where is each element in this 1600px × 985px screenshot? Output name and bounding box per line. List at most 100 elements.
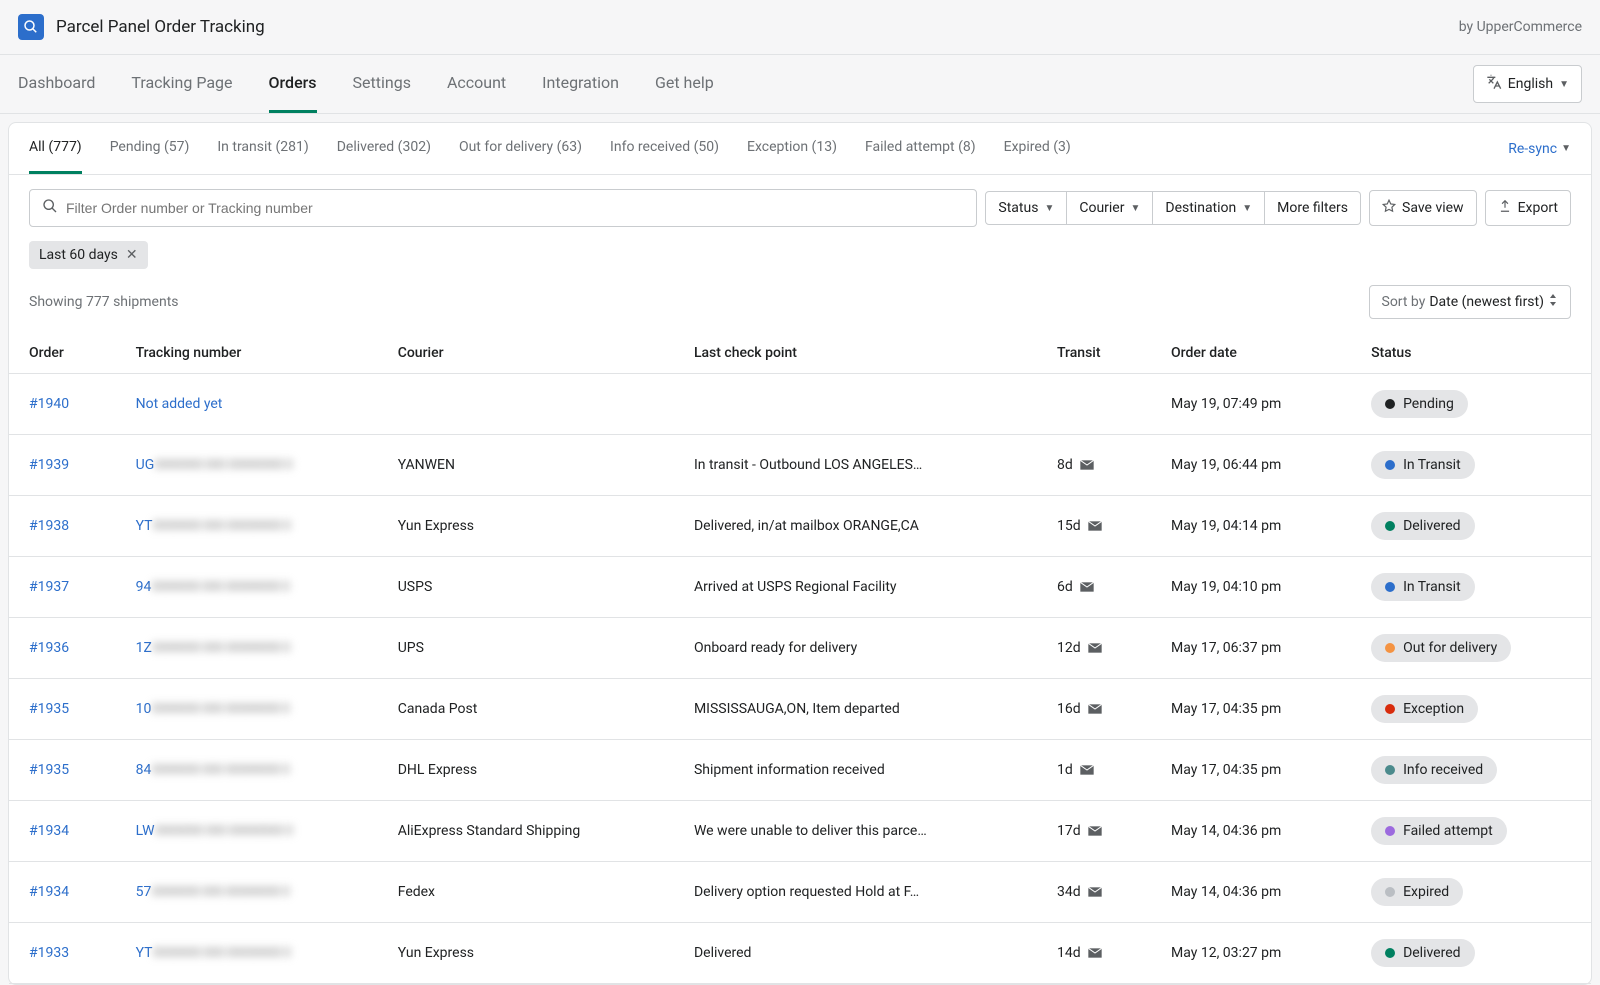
language-selector[interactable]: English ▼: [1473, 65, 1582, 103]
tracking-link[interactable]: 1Z0000000 000 00000000 0: [136, 640, 290, 656]
order-link[interactable]: #1934: [29, 823, 69, 839]
transit-days: 1d: [1057, 762, 1073, 778]
status-badge: Exception: [1371, 695, 1478, 723]
nav-tabs: Dashboard Tracking Page Orders Settings Acco…: [18, 55, 714, 113]
status-tab[interactable]: Out for delivery (63): [459, 123, 582, 174]
date-cell: May 14, 04:36 pm: [1151, 801, 1351, 862]
status-tab[interactable]: Delivered (302): [337, 123, 431, 174]
column-header: Tracking number: [116, 333, 378, 374]
filter-chip-date[interactable]: Last 60 days ✕: [29, 241, 148, 269]
nav-tab-account[interactable]: Account: [447, 55, 506, 113]
resync-button[interactable]: Re-sync ▼: [1508, 141, 1571, 157]
nav-tab-orders[interactable]: Orders: [269, 55, 317, 113]
date-cell: May 19, 04:14 pm: [1151, 496, 1351, 557]
order-link[interactable]: #1936: [29, 640, 69, 656]
date-cell: May 17, 04:35 pm: [1151, 740, 1351, 801]
order-link[interactable]: #1939: [29, 457, 69, 473]
status-badge: In Transit: [1371, 573, 1475, 601]
more-filters-button[interactable]: More filters: [1265, 191, 1361, 225]
status-tab[interactable]: Exception (13): [747, 123, 837, 174]
status-cell: In Transit: [1351, 435, 1591, 496]
status-dot-icon: [1385, 765, 1395, 775]
caret-down-icon: ▼: [1242, 203, 1252, 214]
active-filters: Last 60 days ✕: [9, 241, 1591, 281]
status-tab[interactable]: Expired (3): [1004, 123, 1071, 174]
order-cell: #1934: [9, 801, 116, 862]
tracking-link[interactable]: UG0000000 000 00000000 0: [136, 457, 293, 473]
table-row: #1935840000000 000 00000000 0DHL Express…: [9, 740, 1591, 801]
transit-days: 16d: [1057, 701, 1081, 717]
transit-cell: 1d: [1037, 740, 1151, 801]
status-dot-icon: [1385, 582, 1395, 592]
status-dot-icon: [1385, 643, 1395, 653]
checkpoint-cell: Delivered, in/at mailbox ORANGE,CA: [674, 496, 1037, 557]
tracking-cell: 940000000 000 00000000 0: [116, 557, 378, 618]
status-text: Out for delivery: [1403, 640, 1497, 656]
order-link[interactable]: #1934: [29, 884, 69, 900]
mail-icon: [1087, 642, 1103, 654]
order-link[interactable]: #1935: [29, 701, 69, 717]
order-link[interactable]: #1935: [29, 762, 69, 778]
courier-filter[interactable]: Courier▼: [1067, 191, 1153, 225]
order-cell: #1937: [9, 557, 116, 618]
nav-tab-get-help[interactable]: Get help: [655, 55, 714, 113]
destination-filter[interactable]: Destination▼: [1153, 191, 1265, 225]
nav-tab-tracking-page[interactable]: Tracking Page: [131, 55, 232, 113]
tracking-cell: YT0000000 000 00000000 0: [116, 496, 378, 557]
tracking-link[interactable]: 100000000 000 00000000 0: [136, 701, 290, 717]
status-cell: Delivered: [1351, 923, 1591, 984]
order-link[interactable]: #1938: [29, 518, 69, 534]
tracking-link[interactable]: 940000000 000 00000000 0: [136, 579, 290, 595]
order-link[interactable]: #1937: [29, 579, 69, 595]
caret-down-icon: ▼: [1130, 203, 1140, 214]
tracking-link[interactable]: Not added yet: [136, 396, 223, 412]
app-title: Parcel Panel Order Tracking: [56, 17, 265, 37]
status-text: Delivered: [1403, 945, 1460, 961]
sort-selector[interactable]: Sort by Date (newest first): [1369, 285, 1572, 319]
tracking-link[interactable]: LW0000000 000 00000000 0: [136, 823, 293, 839]
order-cell: #1934: [9, 862, 116, 923]
column-header: Last check point: [674, 333, 1037, 374]
mail-icon: [1087, 825, 1103, 837]
transit-cell: 6d: [1037, 557, 1151, 618]
save-view-button[interactable]: Save view: [1369, 190, 1477, 226]
tracking-cell: Not added yet: [116, 374, 378, 435]
results-count: Showing 777 shipments: [29, 294, 179, 310]
search-input[interactable]: [66, 200, 964, 216]
mail-icon: [1087, 703, 1103, 715]
search-icon: [42, 198, 58, 218]
header-right: by UpperCommerce: [1459, 19, 1582, 35]
transit-cell: 8d: [1037, 435, 1151, 496]
transit-days: 14d: [1057, 945, 1081, 961]
tracking-link[interactable]: YT0000000 000 00000000 0: [136, 518, 291, 534]
transit-cell: 14d: [1037, 923, 1151, 984]
mail-icon: [1087, 947, 1103, 959]
status-tab[interactable]: Info received (50): [610, 123, 719, 174]
checkpoint-cell: Arrived at USPS Regional Facility: [674, 557, 1037, 618]
checkpoint-cell: In transit - Outbound LOS ANGELES…: [674, 435, 1037, 496]
star-icon: [1382, 199, 1396, 217]
order-link[interactable]: #1933: [29, 945, 69, 961]
tracking-link[interactable]: 840000000 000 00000000 0: [136, 762, 290, 778]
export-button[interactable]: Export: [1485, 190, 1571, 226]
transit-cell: 34d: [1037, 862, 1151, 923]
filters-bar: Status▼ Courier▼ Destination▼ More filte…: [9, 175, 1591, 241]
nav-tab-settings[interactable]: Settings: [353, 55, 411, 113]
chip-remove-icon[interactable]: ✕: [126, 247, 138, 263]
status-tab[interactable]: All (777): [29, 123, 82, 174]
tracking-link[interactable]: YT0000000 000 00000000 0: [136, 945, 291, 961]
order-link[interactable]: #1940: [29, 396, 69, 412]
status-tab[interactable]: In transit (281): [217, 123, 308, 174]
nav-tab-dashboard[interactable]: Dashboard: [18, 55, 95, 113]
status-cell: Out for delivery: [1351, 618, 1591, 679]
status-text: In Transit: [1403, 457, 1461, 473]
status-tab[interactable]: Pending (57): [110, 123, 190, 174]
nav-tab-integration[interactable]: Integration: [542, 55, 619, 113]
status-tab[interactable]: Failed attempt (8): [865, 123, 976, 174]
tracking-link[interactable]: 570000000 000 00000000 0: [136, 884, 290, 900]
table-row: #1933YT0000000 000 00000000 0Yun Express…: [9, 923, 1591, 984]
date-cell: May 19, 06:44 pm: [1151, 435, 1351, 496]
status-filter[interactable]: Status▼: [985, 191, 1067, 225]
search-input-wrapper[interactable]: [29, 189, 977, 227]
column-header: Order: [9, 333, 116, 374]
